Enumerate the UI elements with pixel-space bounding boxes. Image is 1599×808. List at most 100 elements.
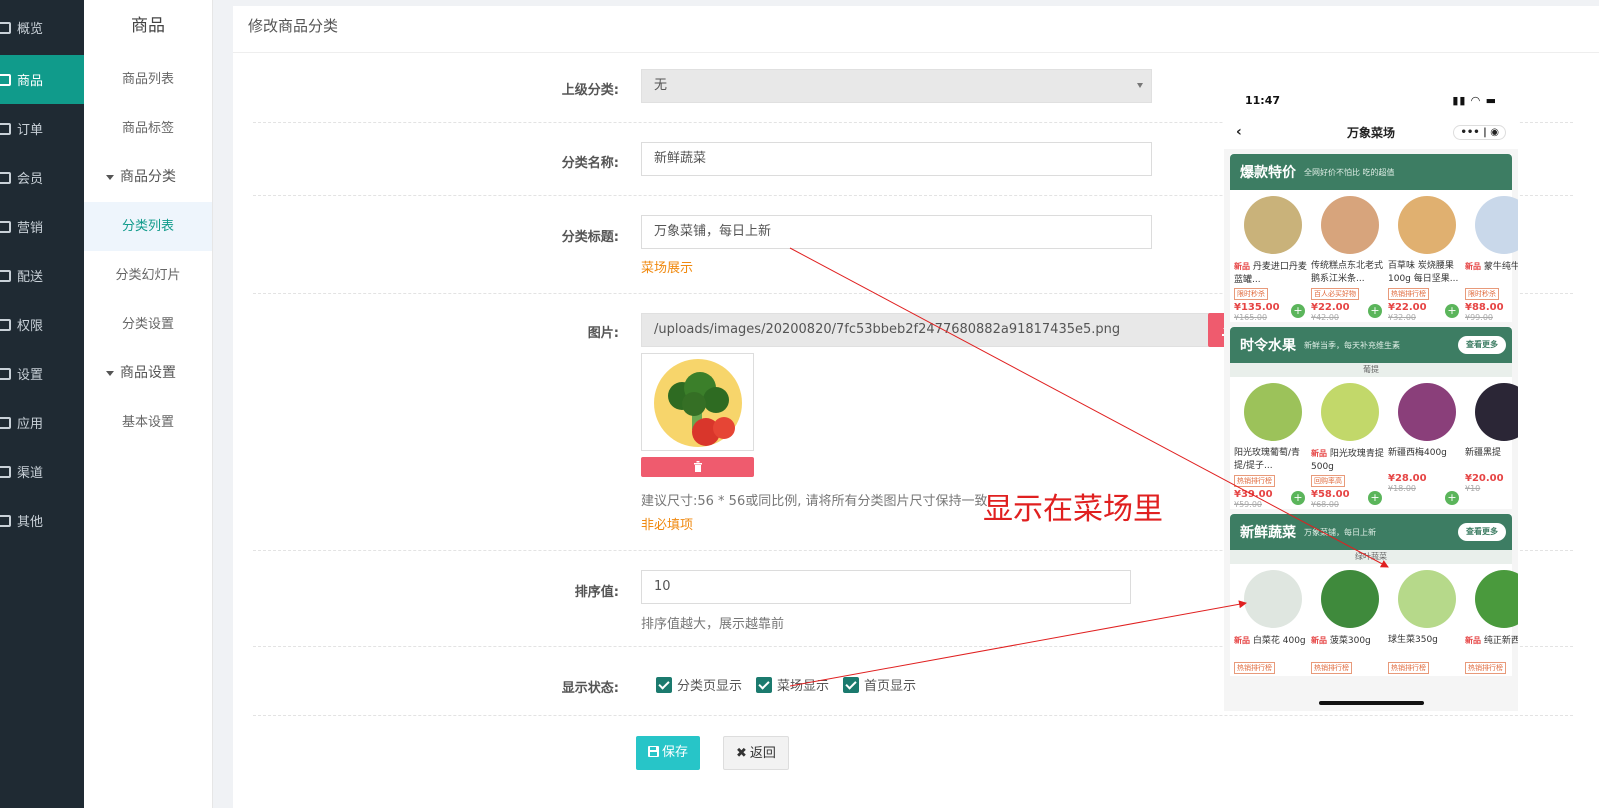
nav-item-1[interactable]: 商品 bbox=[0, 55, 84, 104]
nav-item-6[interactable]: 权限 bbox=[0, 300, 84, 349]
add-to-cart-icon[interactable]: + bbox=[1291, 491, 1305, 505]
see-more-button[interactable]: 查看更多 bbox=[1458, 336, 1506, 354]
new-tag: 新品 bbox=[1465, 262, 1481, 271]
nav-item-label: 其他 bbox=[17, 515, 44, 530]
checkbox-home-page[interactable]: 首页显示 bbox=[843, 675, 916, 694]
subnav-item-category-settings[interactable]: 分类设置 bbox=[84, 300, 212, 349]
product-card[interactable]: 新品 菠菜300g 热销排行榜 bbox=[1311, 568, 1388, 676]
product-image bbox=[1320, 383, 1379, 441]
nav-item-3[interactable]: 会员 bbox=[0, 153, 84, 202]
product-old-price: ¥99.00 bbox=[1465, 313, 1493, 322]
nav-item-label: 会员 bbox=[17, 172, 44, 187]
new-tag: 新品 bbox=[1311, 636, 1327, 645]
subnav-group-category[interactable]: 商品分类 bbox=[84, 153, 212, 202]
product-card[interactable]: 新疆西梅400g ¥28.00 ¥18.00 + bbox=[1388, 381, 1465, 509]
capsule-menu-icon[interactable]: ••• | ◉ bbox=[1453, 124, 1506, 140]
product-price: ¥88.00 bbox=[1465, 302, 1504, 313]
main-nav: 概览商品订单会员营销配送权限设置应用渠道其他 bbox=[0, 0, 84, 808]
nav-item-label: 概览 bbox=[17, 22, 44, 37]
order-icon bbox=[0, 122, 11, 135]
subnav-item-product-list[interactable]: 商品列表 bbox=[84, 55, 212, 104]
nav-item-2[interactable]: 订单 bbox=[0, 104, 84, 153]
product-name: 阳光玫瑰葡萄/青提/提子... bbox=[1234, 448, 1301, 471]
product-price: ¥20.00 bbox=[1465, 473, 1504, 484]
section-tab[interactable]: 绿叶蔬菜 bbox=[1230, 550, 1512, 564]
subnav-group-label: 商品分类 bbox=[120, 169, 176, 185]
product-card[interactable]: 新疆黑提¥20.00¥10+ bbox=[1465, 381, 1518, 509]
phone-section: 新鲜蔬菜 万象菜铺，每日上新 查看更多 绿叶蔬菜 新品 白菜花 400g 热销排行榜 新品 … bbox=[1230, 514, 1518, 676]
nav-item-4[interactable]: 营销 bbox=[0, 202, 84, 251]
nav-item-10[interactable]: 其他 bbox=[0, 496, 84, 545]
nav-item-8[interactable]: 应用 bbox=[0, 398, 84, 447]
image-path-input[interactable]: /uploads/images/20200820/7fc53bbeb2f2477… bbox=[641, 313, 1221, 347]
product-name: 百草味 炭烧腰果100g 每日坚果... bbox=[1388, 261, 1459, 284]
settings-icon bbox=[0, 367, 11, 380]
sort-input[interactable]: 10 bbox=[641, 570, 1131, 604]
new-tag: 新品 bbox=[1234, 262, 1250, 271]
add-to-cart-icon[interactable]: + bbox=[1291, 304, 1305, 318]
product-card[interactable]: 新品 阳光玫瑰青提500g 回购率高 ¥58.00 ¥68.00 + bbox=[1311, 381, 1388, 509]
add-to-cart-icon[interactable]: + bbox=[1368, 304, 1382, 318]
product-image bbox=[1320, 570, 1379, 628]
product-card[interactable]: 传统糕点东北老式鹅系江米条... 百人必买好物 ¥22.00 ¥42.00 + bbox=[1311, 194, 1388, 322]
product-name-wrap: 新品 纯正新西... bbox=[1465, 634, 1518, 660]
product-row: 新品 丹麦进口丹麦蓝罐... 限时秒杀 ¥135.00 ¥165.00 + 传统糕点东北老… bbox=[1230, 190, 1518, 322]
nav-item-label: 应用 bbox=[17, 417, 44, 432]
product-image bbox=[1243, 383, 1302, 441]
subnav-item-category-list[interactable]: 分类列表 bbox=[84, 202, 212, 251]
parent-select[interactable]: 无 bbox=[641, 69, 1152, 103]
subnav-item-category-slides[interactable]: 分类幻灯片 bbox=[84, 251, 212, 300]
add-to-cart-icon[interactable]: + bbox=[1445, 304, 1459, 318]
close-icon: ✖ bbox=[736, 746, 747, 761]
nav-item-label: 设置 bbox=[17, 368, 44, 383]
product-card[interactable]: 百草味 炭烧腰果100g 每日坚果... 热销排行榜 ¥22.00 ¥32.00 + bbox=[1388, 194, 1465, 322]
nav-item-7[interactable]: 设置 bbox=[0, 349, 84, 398]
save-button[interactable]: 保存 bbox=[636, 736, 701, 770]
nav-item-label: 权限 bbox=[17, 319, 44, 334]
checkbox-category-page[interactable]: 分类页显示 bbox=[656, 675, 742, 694]
section-title: 新鲜蔬菜 bbox=[1240, 525, 1296, 541]
product-card[interactable]: 阳光玫瑰葡萄/青提/提子... 热销排行榜 ¥39.00 ¥59.00 + bbox=[1234, 381, 1311, 509]
nav-item-5[interactable]: 配送 bbox=[0, 251, 84, 300]
product-card[interactable]: 球生菜350g 热销排行榜 bbox=[1388, 568, 1465, 676]
nav-item-0[interactable]: 概览 bbox=[0, 0, 84, 55]
nav-item-label: 配送 bbox=[17, 270, 44, 285]
product-name: 传统糕点东北老式鹅系江米条... bbox=[1311, 261, 1384, 284]
nav-item-label: 订单 bbox=[17, 123, 44, 138]
phone-time: 11:47 bbox=[1245, 93, 1281, 107]
product-name: 新疆西梅400g bbox=[1388, 448, 1447, 458]
product-row: 新品 白菜花 400g 热销排行榜 新品 菠菜300g 热销排行榜 球生菜350g 热销排… bbox=[1230, 564, 1518, 676]
section-tab[interactable]: 葡提 bbox=[1230, 363, 1512, 377]
add-to-cart-icon[interactable]: + bbox=[1368, 491, 1382, 505]
product-row: 阳光玫瑰葡萄/青提/提子... 热销排行榜 ¥39.00 ¥59.00 + 新品 阳光玫瑰… bbox=[1230, 377, 1518, 509]
section-header: 时令水果 新鲜当季，每天补充维生素 查看更多 bbox=[1230, 327, 1512, 363]
subnav-item-basic-settings[interactable]: 基本设置 bbox=[84, 398, 212, 447]
back-arrow-icon[interactable]: ‹ bbox=[1236, 124, 1242, 140]
checkbox-label: 分类页显示 bbox=[677, 679, 743, 694]
back-button[interactable]: ✖ 返回 bbox=[723, 736, 789, 770]
product-image bbox=[1474, 383, 1518, 441]
product-card[interactable]: 新品 白菜花 400g 热销排行榜 bbox=[1234, 568, 1311, 676]
subnav-group-product-settings[interactable]: 商品设置 bbox=[84, 349, 212, 398]
product-card[interactable]: 新品 纯正新西... 热销排行榜 bbox=[1465, 568, 1518, 676]
channel-icon bbox=[0, 465, 11, 478]
see-more-button[interactable]: 查看更多 bbox=[1458, 523, 1506, 541]
subtitle-input[interactable]: 万象菜铺，每日上新 bbox=[641, 215, 1152, 249]
checkbox-market[interactable]: 菜场显示 bbox=[756, 675, 829, 694]
product-card[interactable]: 新品 丹麦进口丹麦蓝罐... 限时秒杀 ¥135.00 ¥165.00 + bbox=[1234, 194, 1311, 322]
delete-image-button[interactable] bbox=[641, 457, 754, 477]
parent-label: 上级分类: bbox=[561, 83, 619, 98]
subnav-item-product-tags[interactable]: 商品标签 bbox=[84, 104, 212, 153]
name-input[interactable]: 新鲜蔬菜 bbox=[641, 142, 1152, 176]
subtitle-hint: 菜场展示 bbox=[641, 261, 694, 276]
subnav-title: 商品 bbox=[131, 16, 165, 36]
back-label: 返回 bbox=[749, 746, 776, 761]
phone-preview: 11:47 ▮▮ ◠ ▬ ‹ 万象菜场 ••• | ◉ 爆款特价 全网好价不怕比 … bbox=[1224, 85, 1518, 711]
nav-item-9[interactable]: 渠道 bbox=[0, 447, 84, 496]
checkbox-label: 首页显示 bbox=[864, 679, 917, 694]
product-card[interactable]: 新品 蒙牛纯牛奶...限时秒杀¥88.00¥99.00+ bbox=[1465, 194, 1518, 322]
name-label: 分类名称: bbox=[561, 156, 619, 171]
add-to-cart-icon[interactable]: + bbox=[1445, 491, 1459, 505]
product-name: 纯正新西... bbox=[1483, 636, 1518, 646]
product-name-wrap: 新品 白菜花 400g bbox=[1234, 634, 1311, 660]
